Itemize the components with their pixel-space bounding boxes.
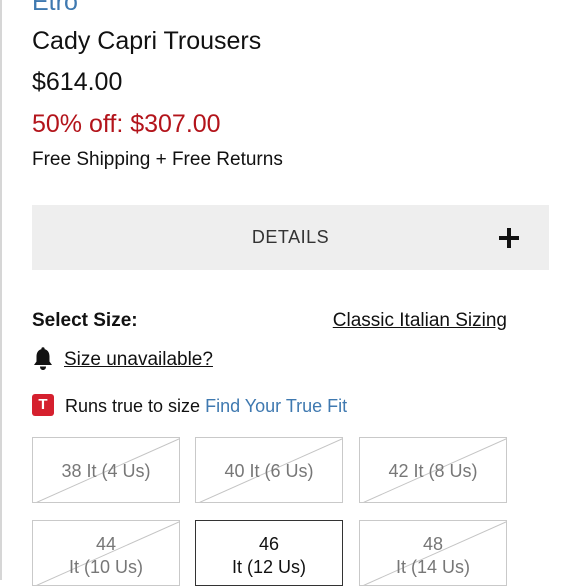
- size-option-48[interactable]: 48 It (14 Us): [359, 520, 507, 586]
- sale-price: 50% off: $307.00: [32, 110, 221, 138]
- bell-icon: [34, 347, 52, 370]
- size-label: 42 It (8 Us): [388, 461, 478, 481]
- fit-info: Runs true to size Find Your True Fit: [65, 395, 347, 417]
- size-unavailable-link[interactable]: Size unavailable?: [64, 349, 213, 371]
- original-price: $614.00: [32, 68, 123, 96]
- size-sublabel: It (12 Us): [231, 557, 306, 577]
- details-label: DETAILS: [251, 227, 330, 247]
- size-label: 44: [95, 534, 117, 554]
- size-sublabel: It (10 Us): [68, 557, 143, 577]
- size-label: 46: [258, 534, 280, 554]
- size-option-38[interactable]: 38 It (4 Us): [32, 437, 180, 503]
- shipping-info: Free Shipping + Free Returns: [32, 149, 283, 170]
- find-your-true-fit-link[interactable]: Find Your True Fit: [205, 396, 347, 416]
- size-option-46[interactable]: 46 It (12 Us): [195, 520, 343, 586]
- size-option-44[interactable]: 44 It (10 Us): [32, 520, 180, 586]
- brand-link[interactable]: Etro: [32, 0, 78, 16]
- size-sublabel: It (14 Us): [395, 557, 470, 577]
- details-accordion-button[interactable]: DETAILS: [32, 205, 549, 270]
- true-fit-logo-icon: T: [32, 394, 54, 416]
- size-label: 40 It (6 Us): [224, 461, 314, 481]
- fit-text: Runs true to size: [65, 396, 201, 416]
- plus-icon: [499, 228, 519, 248]
- size-option-42[interactable]: 42 It (8 Us): [359, 437, 507, 503]
- page-left-border: [0, 0, 2, 580]
- classic-italian-sizing-link[interactable]: Classic Italian Sizing: [333, 310, 507, 332]
- size-option-40[interactable]: 40 It (6 Us): [195, 437, 343, 503]
- product-title: Cady Capri Trousers: [32, 27, 262, 55]
- size-label: 38 It (4 Us): [61, 461, 151, 481]
- select-size-heading: Select Size:: [32, 310, 138, 331]
- size-label: 48: [422, 534, 444, 554]
